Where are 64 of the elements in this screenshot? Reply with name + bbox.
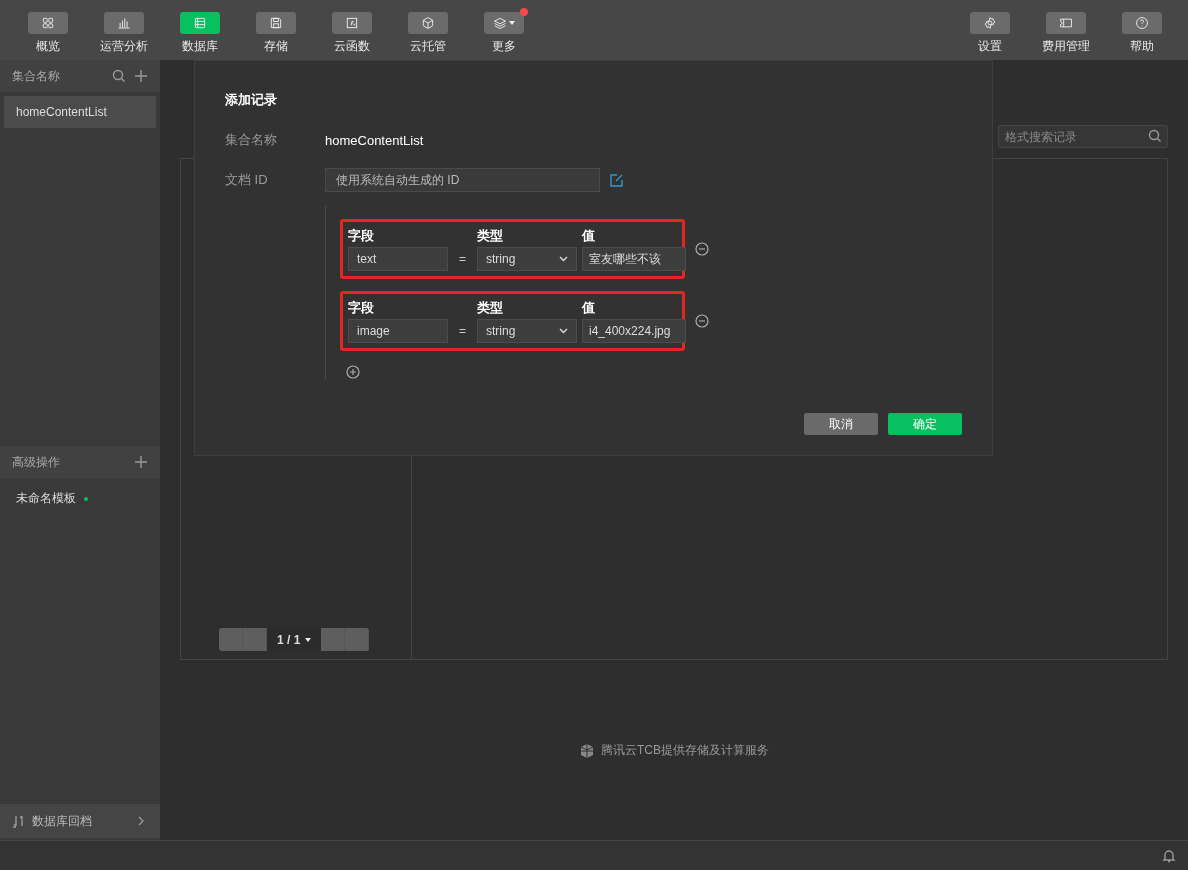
grid-icon xyxy=(41,16,55,30)
sidebar-header: 高级操作 xyxy=(12,453,61,471)
equals-sign: = xyxy=(458,252,467,266)
toolbar-item[interactable]: 数据库 xyxy=(164,0,236,60)
rollback-bar[interactable]: 数据库回档 xyxy=(0,804,160,838)
edit-icon[interactable] xyxy=(610,173,624,187)
toolbar-item[interactable]: 云函数 xyxy=(316,0,388,60)
layers-icon xyxy=(493,16,507,30)
remove-icon[interactable] xyxy=(695,314,709,328)
column-label: 类型 xyxy=(477,227,504,245)
document-id-field[interactable]: 使用系统自动生成的 ID xyxy=(325,168,600,192)
search-icon[interactable] xyxy=(112,69,126,83)
rollback-label: 数据库回档 xyxy=(32,812,92,830)
sort-icon xyxy=(12,814,26,828)
bell-icon[interactable] xyxy=(1162,848,1176,863)
collection-name: homeContentList xyxy=(325,132,425,148)
field-value-input[interactable]: i4_400x224.jpg xyxy=(582,319,686,343)
search-icon xyxy=(1148,129,1162,143)
function-icon xyxy=(345,16,359,30)
bar-chart-icon xyxy=(117,16,131,30)
footer-text: 腾讯云TCB提供存储及计算服务 xyxy=(601,742,769,759)
chevron-down-icon xyxy=(559,328,568,334)
ticket-icon xyxy=(1059,16,1073,30)
toolbar-item[interactable]: 存储 xyxy=(240,0,312,60)
collection-item[interactable]: homeContentList xyxy=(4,96,156,128)
help-icon xyxy=(1135,16,1149,30)
column-label: 值 xyxy=(582,299,596,317)
add-field-icon[interactable] xyxy=(346,365,360,379)
field-label: 文档 ID xyxy=(225,171,269,189)
table-icon xyxy=(193,16,207,30)
last-page-button[interactable] xyxy=(345,628,370,651)
field-name-input[interactable]: image xyxy=(348,319,448,343)
column-label: 字段 xyxy=(348,299,375,317)
toolbar-item[interactable]: 设置 xyxy=(954,0,1026,60)
toolbar-item[interactable]: 概览 xyxy=(12,0,84,60)
chevron-down-icon xyxy=(559,256,568,262)
settings-icon xyxy=(983,16,997,30)
template-item[interactable]: 未命名模板 xyxy=(16,490,76,507)
caret-icon xyxy=(509,21,515,25)
cube-icon xyxy=(421,16,435,30)
column-label: 类型 xyxy=(477,299,504,317)
add-icon[interactable] xyxy=(134,455,148,469)
type-select[interactable]: string xyxy=(477,247,577,271)
equals-sign: = xyxy=(458,324,467,338)
add-icon[interactable] xyxy=(134,69,148,83)
field-name-input[interactable]: text xyxy=(348,247,448,271)
toolbar-item[interactable]: 更多 xyxy=(468,0,540,60)
notification-dot xyxy=(520,8,528,16)
field-label: 集合名称 xyxy=(225,131,278,149)
cube-icon xyxy=(579,742,595,759)
toolbar-item[interactable]: 运营分析 xyxy=(88,0,160,60)
toolbar-item[interactable]: 费用管理 xyxy=(1030,0,1102,60)
toolbar-item[interactable]: 帮助 xyxy=(1106,0,1178,60)
column-label: 值 xyxy=(582,227,596,245)
field-value-input[interactable]: 室友哪些不该 xyxy=(582,247,686,271)
toolbar-item[interactable]: 云托管 xyxy=(392,0,464,60)
cancel-button[interactable]: 取消 xyxy=(804,413,878,435)
search-field[interactable]: 格式搜索记录 xyxy=(998,125,1168,148)
type-select[interactable]: string xyxy=(477,319,577,343)
caret-icon xyxy=(305,637,312,642)
column-label: 字段 xyxy=(348,227,375,245)
sidebar-header: 集合名称 xyxy=(12,67,61,85)
remove-icon[interactable] xyxy=(695,242,709,256)
dialog-title: 添加记录 xyxy=(225,91,278,109)
